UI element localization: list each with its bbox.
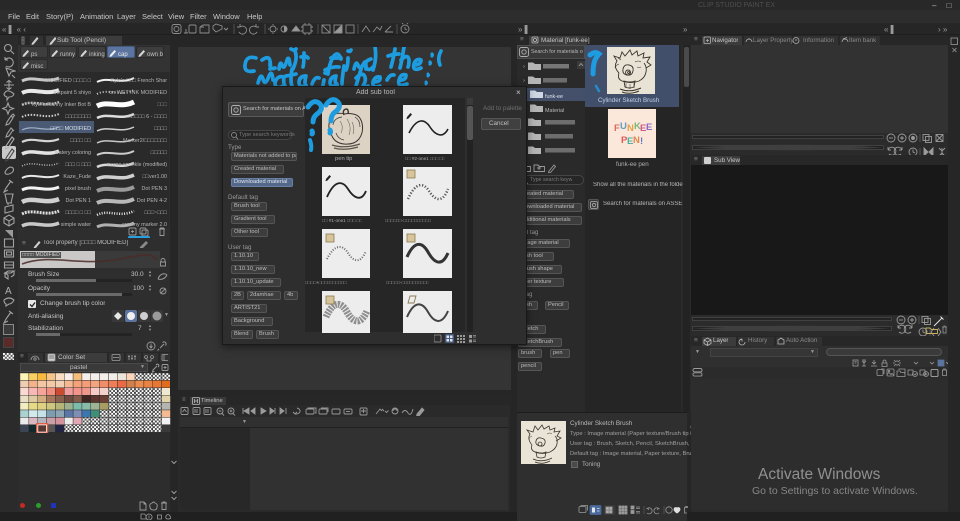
svg-text:›: › [523,78,525,84]
svg-text:□□□~□□□: □□□~□□□ [144,210,167,216]
svg-text:misc: misc [31,64,43,70]
svg-text:watery coloring: watery coloring [54,150,91,156]
svg-text:Kaze_Fude: Kaze_Fude [63,174,91,180]
svg-text:Kyle's Runny Inker Bot B: Kyle's Runny Inker Bot B [32,102,92,108]
svg-text:simple water: simple water [61,222,91,228]
svg-text:Dot PEN 4-2: Dot PEN 4-2 [137,198,167,204]
svg-text:□□□□: □□□□ [154,126,168,132]
svg-text:own b: own b [147,52,164,58]
svg-text:Material: Material [545,108,564,114]
svg-text:Kyle's □□□ French Shar: Kyle's □□□ French Shar [110,78,167,84]
svg-text:funk-ee: funk-ee [545,94,563,100]
svg-text:A: A [5,286,12,297]
svg-text:inking: inking [89,52,105,58]
svg-text:□□□□□ 6 - □□□□: □□□□□ 6 - □□□□ [128,114,167,120]
svg-text:□□□ □ □□□: □□□ □ □□□ [65,162,92,168]
svg-text:U: U [620,121,627,132]
svg-text:Dot PEN 1: Dot PEN 1 [66,198,91,204]
svg-text:N: N [633,135,640,146]
svg-text:inkpaint 5 shiyo: inkpaint 5 shiyo [54,90,91,96]
svg-text:cap: cap [118,52,128,58]
svg-text:□□ver1.00: □□ver1.00 [143,174,168,180]
svg-text:E: E [646,122,652,133]
svg-text:MODIFIED □□□□ □: MODIFIED □□□□ □ [45,78,91,84]
svg-text:□□□□ MODIFIED: □□□□ MODIFIED [50,126,91,132]
svg-text:momo sprinkle (modified): momo sprinkle (modified) [106,162,167,168]
svg-text:N: N [627,123,634,134]
svg-text:□□□□□□□□: □□□□□□□□ [65,114,92,120]
svg-text:□□□: □□□ [157,102,168,108]
svg-text:›: › [523,64,525,70]
svg-text:□□□□ □□: □□□□ □□ [70,138,92,144]
svg-text:Marker2/□□□□□□□: Marker2/□□□□□□□ [123,138,168,144]
svg-text:□□□□ □ □□: □□□□ □ □□ [65,210,92,216]
svg-text:pixel brush: pixel brush [65,186,91,192]
svg-text:ps: ps [31,52,37,58]
svg-text:runny: runny [60,52,75,58]
svg-text:!: ! [640,136,643,147]
svg-text:□□□□□: □□□□□ [151,150,168,156]
svg-text:on WET INK MODIFIED: on WET INK MODIFIED [109,90,167,96]
svg-text:Dot PEN 3: Dot PEN 3 [142,186,167,192]
